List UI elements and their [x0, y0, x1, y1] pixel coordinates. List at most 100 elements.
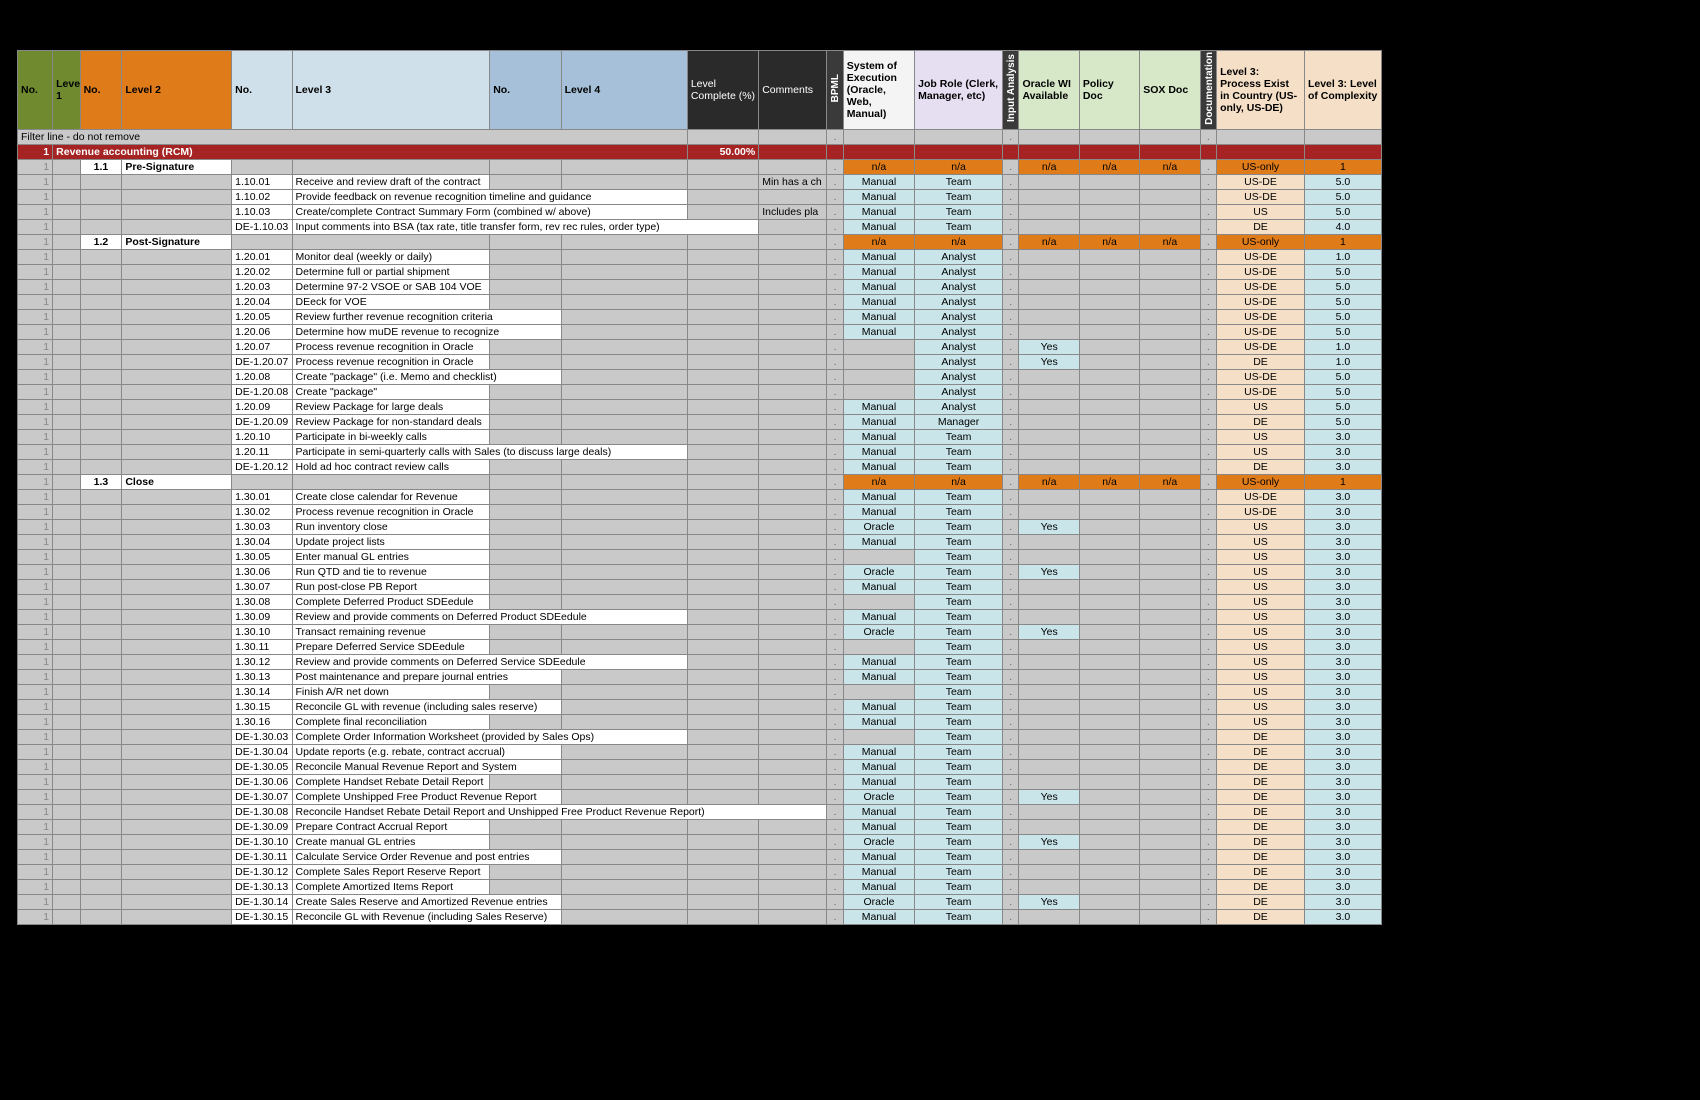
cell[interactable]	[759, 459, 827, 474]
cell[interactable]	[53, 489, 80, 504]
cell[interactable]	[53, 804, 80, 819]
cell[interactable]	[1079, 774, 1139, 789]
cell[interactable]	[1019, 639, 1079, 654]
cell[interactable]	[1140, 834, 1200, 849]
cell[interactable]: .	[1200, 609, 1216, 624]
cell[interactable]	[1079, 609, 1139, 624]
cell[interactable]: 1	[18, 144, 53, 159]
cell[interactable]	[53, 384, 80, 399]
cell[interactable]	[122, 219, 232, 234]
cell[interactable]: 3.0	[1304, 564, 1381, 579]
cell[interactable]: Team	[915, 864, 1003, 879]
cell[interactable]: DE	[1217, 744, 1305, 759]
cell[interactable]	[80, 489, 122, 504]
cell[interactable]: n/a	[1079, 474, 1139, 489]
cell[interactable]: .	[1002, 774, 1018, 789]
cell[interactable]: .	[1002, 474, 1018, 489]
cell[interactable]	[1019, 849, 1079, 864]
cell[interactable]: .	[1200, 369, 1216, 384]
cell[interactable]: .	[827, 879, 843, 894]
cell[interactable]: 3.0	[1304, 639, 1381, 654]
cell[interactable]	[490, 279, 561, 294]
cell[interactable]	[759, 474, 827, 489]
hdr-complexity[interactable]: Level 3: Level of Complexity	[1304, 51, 1381, 130]
cell[interactable]	[1019, 579, 1079, 594]
cell[interactable]: Reconcile GL with Revenue (including Sal…	[292, 909, 561, 924]
cell[interactable]: .	[827, 474, 843, 489]
cell[interactable]: .	[1200, 309, 1216, 324]
cell[interactable]	[1140, 819, 1200, 834]
cell[interactable]	[1140, 129, 1200, 144]
cell[interactable]	[53, 459, 80, 474]
cell[interactable]	[843, 129, 914, 144]
cell[interactable]	[490, 354, 561, 369]
cell[interactable]	[1304, 129, 1381, 144]
cell[interactable]: .	[1200, 234, 1216, 249]
cell[interactable]	[687, 489, 758, 504]
cell[interactable]	[1140, 729, 1200, 744]
cell[interactable]	[1019, 549, 1079, 564]
cell[interactable]	[122, 444, 232, 459]
cell[interactable]: DE	[1217, 789, 1305, 804]
cell[interactable]	[1079, 864, 1139, 879]
cell[interactable]: .	[1002, 594, 1018, 609]
cell[interactable]: Manager	[915, 414, 1003, 429]
cell[interactable]: Team	[915, 429, 1003, 444]
cell[interactable]	[561, 909, 687, 924]
cell[interactable]: 1	[18, 189, 53, 204]
cell[interactable]	[1079, 384, 1139, 399]
cell[interactable]: .	[1200, 474, 1216, 489]
cell[interactable]	[759, 609, 827, 624]
cell[interactable]: DE-1.20.09	[232, 414, 292, 429]
hdr-documentation[interactable]: Documentation	[1200, 51, 1216, 130]
cell[interactable]: Team	[915, 849, 1003, 864]
cell[interactable]: 5.0	[1304, 294, 1381, 309]
cell[interactable]: Team	[915, 609, 1003, 624]
cell[interactable]	[122, 309, 232, 324]
cell[interactable]: 1.2	[80, 234, 122, 249]
cell[interactable]: 1	[18, 654, 53, 669]
cell[interactable]	[122, 384, 232, 399]
cell[interactable]	[1140, 459, 1200, 474]
cell[interactable]: 1.0	[1304, 249, 1381, 264]
cell[interactable]	[561, 264, 687, 279]
cell[interactable]: 5.0	[1304, 384, 1381, 399]
cell[interactable]	[490, 399, 561, 414]
cell[interactable]	[561, 519, 687, 534]
cell[interactable]	[1019, 414, 1079, 429]
cell[interactable]	[53, 474, 80, 489]
cell[interactable]: Manual	[843, 609, 914, 624]
cell[interactable]: DE-1.20.12	[232, 459, 292, 474]
cell[interactable]: .	[1200, 384, 1216, 399]
cell[interactable]	[1140, 384, 1200, 399]
cell[interactable]: 1.20.07	[232, 339, 292, 354]
cell[interactable]: Team	[915, 189, 1003, 204]
cell[interactable]: .	[1002, 654, 1018, 669]
cell[interactable]	[1019, 384, 1079, 399]
cell[interactable]	[53, 654, 80, 669]
cell[interactable]: 3.0	[1304, 429, 1381, 444]
cell[interactable]	[687, 504, 758, 519]
cell[interactable]: 1	[18, 414, 53, 429]
cell[interactable]: Review Package for non-standard deals	[292, 414, 490, 429]
cell[interactable]	[122, 729, 232, 744]
cell[interactable]: Manual	[843, 909, 914, 924]
cell[interactable]	[1079, 309, 1139, 324]
cell[interactable]	[53, 789, 80, 804]
cell[interactable]: Process revenue recognition in Oracle	[292, 354, 490, 369]
cell[interactable]: .	[1002, 879, 1018, 894]
cell[interactable]	[80, 294, 122, 309]
cell[interactable]: 1	[18, 849, 53, 864]
cell[interactable]	[80, 519, 122, 534]
cell[interactable]	[80, 414, 122, 429]
cell[interactable]: US	[1217, 534, 1305, 549]
cell[interactable]: DE	[1217, 219, 1305, 234]
cell[interactable]	[759, 564, 827, 579]
cell[interactable]: Analyst	[915, 399, 1003, 414]
cell[interactable]: Manual	[843, 744, 914, 759]
cell[interactable]	[80, 249, 122, 264]
cell[interactable]: Process revenue recognition in Oracle	[292, 504, 490, 519]
cell[interactable]	[1019, 879, 1079, 894]
cell[interactable]: .	[1002, 354, 1018, 369]
cell[interactable]: .	[827, 669, 843, 684]
